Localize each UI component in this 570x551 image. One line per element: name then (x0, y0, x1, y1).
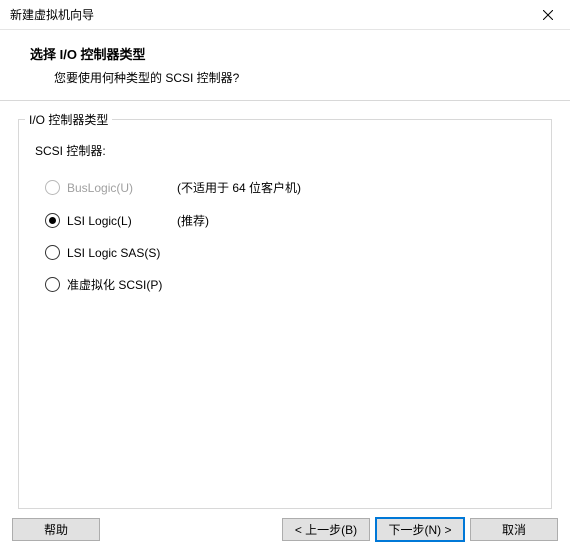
radio-option-buslogic: BusLogic(U) (不适用于 64 位客户机) (33, 173, 537, 202)
back-button[interactable]: < 上一步(B) (282, 518, 370, 541)
radio-option-lsilogic[interactable]: LSI Logic(L) (推荐) (33, 206, 537, 235)
radio-hint: (推荐) (177, 212, 209, 229)
radio-lsilogic-sas[interactable] (45, 245, 60, 260)
radio-lsilogic[interactable] (45, 213, 60, 228)
io-controller-fieldset: I/O 控制器类型 SCSI 控制器: BusLogic(U) (不适用于 64… (18, 119, 552, 509)
radio-hint: (不适用于 64 位客户机) (177, 179, 301, 196)
titlebar: 新建虚拟机向导 (0, 0, 570, 30)
radio-option-paravirtual[interactable]: 准虚拟化 SCSI(P) (33, 270, 537, 299)
cancel-button[interactable]: 取消 (470, 518, 558, 541)
close-button[interactable] (525, 0, 570, 30)
wizard-footer: 帮助 < 上一步(B) 下一步(N) > 取消 (0, 508, 570, 551)
radio-option-lsilogic-sas[interactable]: LSI Logic SAS(S) (33, 239, 537, 266)
radio-label: 准虚拟化 SCSI(P) (67, 276, 167, 293)
radio-label: LSI Logic(L) (67, 214, 167, 228)
scsi-label: SCSI 控制器: (33, 142, 537, 159)
radio-buslogic (45, 180, 60, 195)
fieldset-legend: I/O 控制器类型 (25, 111, 112, 128)
page-title: 选择 I/O 控制器类型 (30, 44, 560, 63)
wizard-header: 选择 I/O 控制器类型 您要使用何种类型的 SCSI 控制器? (0, 30, 570, 101)
page-subtitle: 您要使用何种类型的 SCSI 控制器? (30, 69, 560, 86)
titlebar-title: 新建虚拟机向导 (10, 6, 94, 23)
next-button[interactable]: 下一步(N) > (376, 518, 464, 541)
radio-label: BusLogic(U) (67, 181, 167, 195)
radio-paravirtual[interactable] (45, 277, 60, 292)
content-area: I/O 控制器类型 SCSI 控制器: BusLogic(U) (不适用于 64… (0, 101, 570, 509)
help-button[interactable]: 帮助 (12, 518, 100, 541)
close-icon (543, 10, 553, 20)
radio-label: LSI Logic SAS(S) (67, 246, 167, 260)
